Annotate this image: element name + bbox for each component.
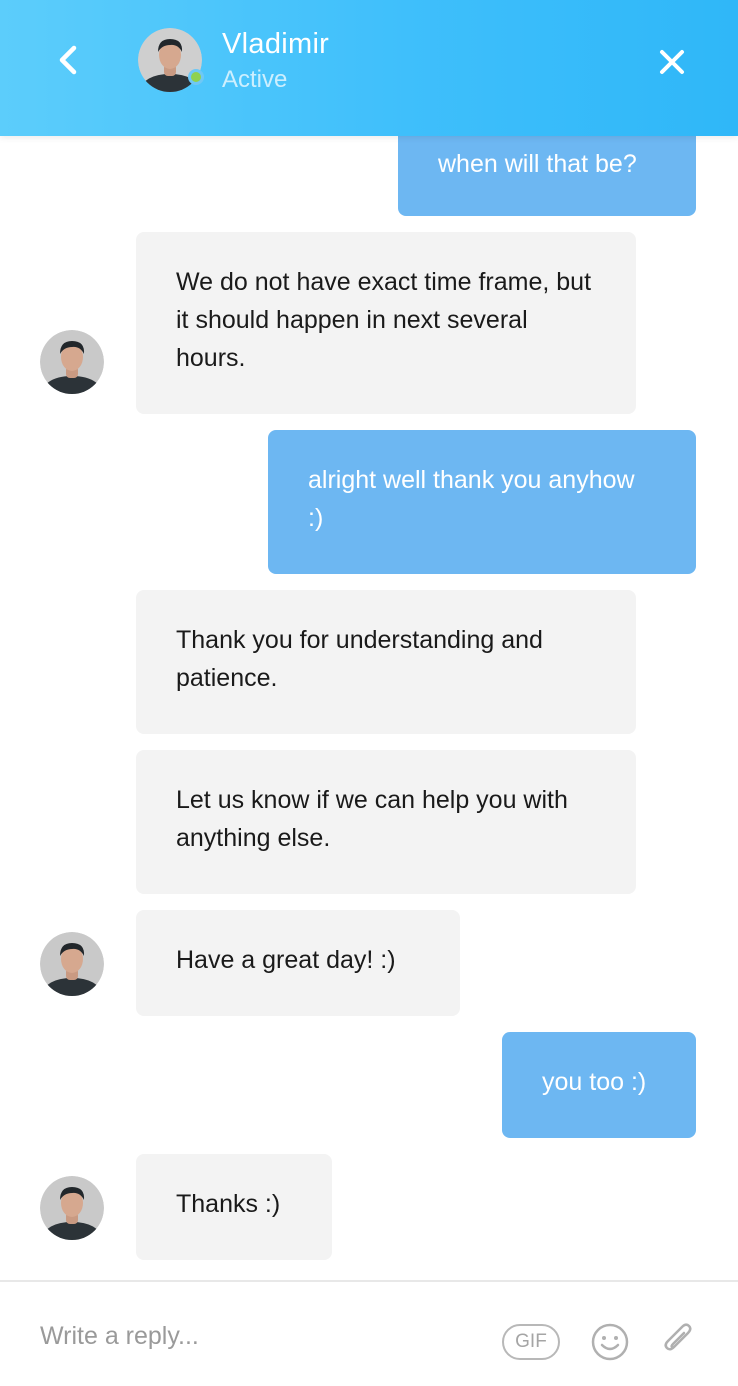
chat-header: Vladimir Active [0,0,738,136]
emoji-button[interactable] [590,1322,630,1362]
close-icon [660,50,684,74]
message-text: alright well thank you anyhow :) [308,466,635,532]
message-text: Thanks :) [176,1190,281,1218]
avatar-photo [40,1176,104,1240]
agent-avatar [40,1176,104,1240]
message-bubble-incoming: We do not have exact time frame, but it … [136,232,636,414]
close-button[interactable] [652,42,692,82]
chevron-left-icon [59,45,77,75]
presence-indicator [188,69,204,85]
message-bubble-incoming: Thank you for understanding and patience… [136,590,636,734]
contact-name: Vladimir [222,28,330,60]
message-text: when will that be? [438,150,637,178]
message-bubble-incoming: Let us know if we can help you with anyt… [136,750,636,894]
message-text: Thank you for understanding and patience… [176,626,543,692]
agent-avatar [40,330,104,394]
attach-button[interactable] [660,1320,696,1360]
message-text: Have a great day! :) [176,946,396,974]
smiley-icon [591,1323,629,1361]
message-bubble-incoming: Thanks :) [136,1154,332,1260]
message-bubble-outgoing: alright well thank you anyhow :) [268,430,696,574]
back-button[interactable] [48,40,88,80]
gif-label: GIF [515,1331,547,1352]
contact-avatar [138,28,204,92]
paperclip-icon [664,1323,692,1351]
gif-button[interactable]: GIF [502,1324,560,1360]
reply-composer: GIF [0,1280,738,1386]
message-text: Let us know if we can help you with anyt… [176,786,568,852]
avatar-photo [40,330,104,394]
reply-input[interactable] [40,1316,460,1356]
message-text: We do not have exact time frame, but it … [176,268,592,372]
chat-window: when will that be? We do not have exact … [0,0,738,1386]
agent-avatar [40,932,104,996]
message-bubble-incoming: Have a great day! :) [136,910,460,1016]
avatar-photo [40,932,104,996]
message-bubble-outgoing: you too :) [502,1032,696,1138]
message-text: you too :) [542,1068,647,1096]
contact-status: Active [222,66,288,93]
